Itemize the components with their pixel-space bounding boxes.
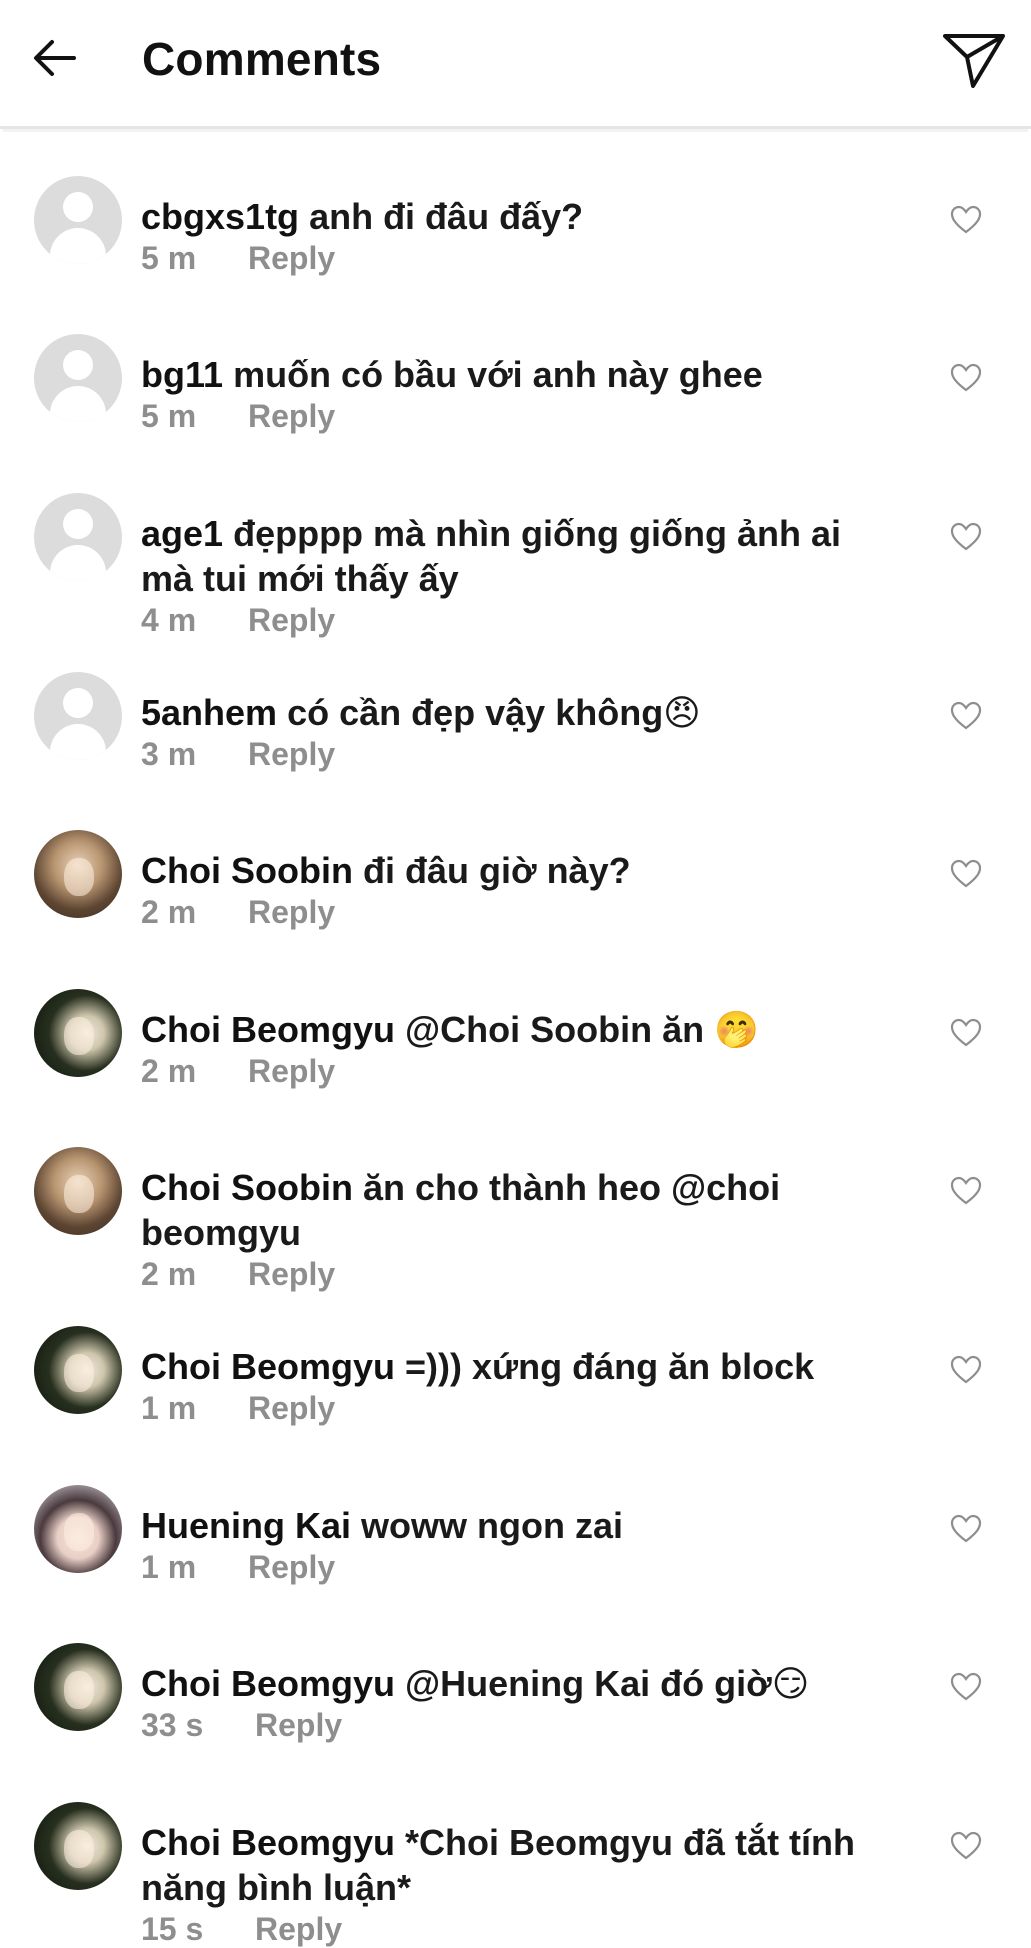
comment-body: đi đâu giờ này? xyxy=(362,850,631,891)
comment-body: đẹpppp mà nhìn giống giống ảnh ai mà tui… xyxy=(141,513,842,599)
heart-icon[interactable] xyxy=(950,363,982,393)
comment-username[interactable]: Huening Kai xyxy=(141,1505,351,1546)
reply-button[interactable]: Reply xyxy=(248,1390,335,1426)
heart-icon[interactable] xyxy=(950,1176,982,1206)
comment-username[interactable]: Choi Beomgyu xyxy=(141,1663,395,1704)
reply-button[interactable]: Reply xyxy=(248,602,335,638)
comment-text: Choi Soobin ăn cho thành heo @choi beomg… xyxy=(141,1165,861,1255)
avatar[interactable] xyxy=(34,493,122,581)
arrow-left-icon xyxy=(34,40,76,76)
comment-text: Huening Kai woww ngon zai xyxy=(141,1503,861,1548)
comment-username[interactable]: Choi Soobin xyxy=(141,850,353,891)
comment-text: Choi Soobin đi đâu giờ này? xyxy=(141,848,861,893)
comment-body: @Choi Soobin ăn 🤭 xyxy=(405,1009,759,1050)
comment-username[interactable]: Choi Soobin xyxy=(141,1167,353,1208)
avatar[interactable] xyxy=(34,334,122,422)
avatar[interactable] xyxy=(34,672,122,760)
comment-meta: 15 s Reply xyxy=(141,1911,342,1948)
comment-time: 4 m xyxy=(141,602,197,638)
avatar[interactable] xyxy=(34,1643,122,1731)
reply-button[interactable]: Reply xyxy=(248,398,335,434)
avatar[interactable] xyxy=(34,1802,122,1890)
comment-username[interactable]: bg11 xyxy=(141,354,223,395)
heart-icon[interactable] xyxy=(950,859,982,889)
comment-body: @Huening Kai đó giờ😏 xyxy=(405,1663,810,1704)
reply-button[interactable]: Reply xyxy=(248,1256,335,1292)
avatar[interactable] xyxy=(34,1147,122,1235)
avatar[interactable] xyxy=(34,830,122,918)
comment-meta: 2 m Reply xyxy=(141,894,335,931)
back-button[interactable] xyxy=(26,30,82,86)
comment-time: 15 s xyxy=(141,1911,204,1947)
reply-button[interactable]: Reply xyxy=(248,240,335,276)
reply-button[interactable]: Reply xyxy=(248,736,335,772)
reply-button[interactable]: Reply xyxy=(255,1707,342,1743)
comment-username[interactable]: cbgxs1tg xyxy=(141,196,299,237)
reply-button[interactable]: Reply xyxy=(248,894,335,930)
comment-body: woww ngon zai xyxy=(361,1505,624,1546)
reply-button[interactable]: Reply xyxy=(248,1549,335,1585)
reply-button[interactable]: Reply xyxy=(248,1053,335,1089)
comment-text: bg11 muốn có bầu với anh này ghee xyxy=(141,352,861,397)
page-title: Comments xyxy=(142,33,382,85)
comment-text: cbgxs1tg anh đi đâu đấy? xyxy=(141,194,861,239)
comment-meta: 4 m Reply xyxy=(141,602,335,639)
comment-text: Choi Beomgyu *Choi Beomgyu đã tắt tính n… xyxy=(141,1820,861,1910)
comment-meta: 1 m Reply xyxy=(141,1549,335,1586)
avatar[interactable] xyxy=(34,176,122,264)
comment-username[interactable]: 5anhem xyxy=(141,692,277,733)
comment-body: có cần đẹp vậy không😠 xyxy=(287,692,701,733)
comment-meta: 33 s Reply xyxy=(141,1707,342,1744)
comment-time: 1 m xyxy=(141,1390,197,1426)
avatar[interactable] xyxy=(34,989,122,1077)
comment-username[interactable]: Choi Beomgyu xyxy=(141,1822,395,1863)
share-button[interactable] xyxy=(939,28,1009,92)
paper-plane-icon xyxy=(943,34,1005,88)
comment-username[interactable]: Choi Beomgyu xyxy=(141,1009,395,1050)
comment-meta: 1 m Reply xyxy=(141,1390,335,1427)
comment-time: 5 m xyxy=(141,398,197,434)
comment-meta: 2 m Reply xyxy=(141,1256,335,1293)
comment-body: =))) xứng đáng ăn block xyxy=(405,1346,815,1387)
comment-time: 1 m xyxy=(141,1549,197,1585)
comment-username[interactable]: Choi Beomgyu xyxy=(141,1346,395,1387)
avatar[interactable] xyxy=(34,1326,122,1414)
comment-text: Choi Beomgyu =))) xứng đáng ăn block xyxy=(141,1344,861,1389)
comment-meta: 5 m Reply xyxy=(141,398,335,435)
heart-icon[interactable] xyxy=(950,1831,982,1861)
heart-icon[interactable] xyxy=(950,522,982,552)
comment-text: Choi Beomgyu @Choi Soobin ăn 🤭 xyxy=(141,1007,861,1052)
reply-button[interactable]: Reply xyxy=(255,1911,342,1947)
comment-time: 3 m xyxy=(141,736,197,772)
heart-icon[interactable] xyxy=(950,1514,982,1544)
top-bar: Comments xyxy=(0,0,1031,129)
comment-username[interactable]: age1 xyxy=(141,513,223,554)
heart-icon[interactable] xyxy=(950,1672,982,1702)
heart-icon[interactable] xyxy=(950,1018,982,1048)
heart-icon[interactable] xyxy=(950,1355,982,1385)
comment-text: age1 đẹpppp mà nhìn giống giống ảnh ai m… xyxy=(141,511,861,601)
heart-icon[interactable] xyxy=(950,205,982,235)
avatar[interactable] xyxy=(34,1485,122,1573)
comment-time: 2 m xyxy=(141,1053,197,1089)
comment-meta: 2 m Reply xyxy=(141,1053,335,1090)
comment-time: 2 m xyxy=(141,894,197,930)
comment-meta: 3 m Reply xyxy=(141,736,335,773)
comment-time: 5 m xyxy=(141,240,197,276)
comment-time: 2 m xyxy=(141,1256,197,1292)
comment-body: muốn có bầu với anh này ghee xyxy=(233,354,763,395)
heart-icon[interactable] xyxy=(950,701,982,731)
comment-time: 33 s xyxy=(141,1707,204,1743)
comment-text: Choi Beomgyu @Huening Kai đó giờ😏 xyxy=(141,1661,861,1706)
comment-meta: 5 m Reply xyxy=(141,240,335,277)
comment-body: anh đi đâu đấy? xyxy=(309,196,584,237)
comment-text: 5anhem có cần đẹp vậy không😠 xyxy=(141,690,861,735)
